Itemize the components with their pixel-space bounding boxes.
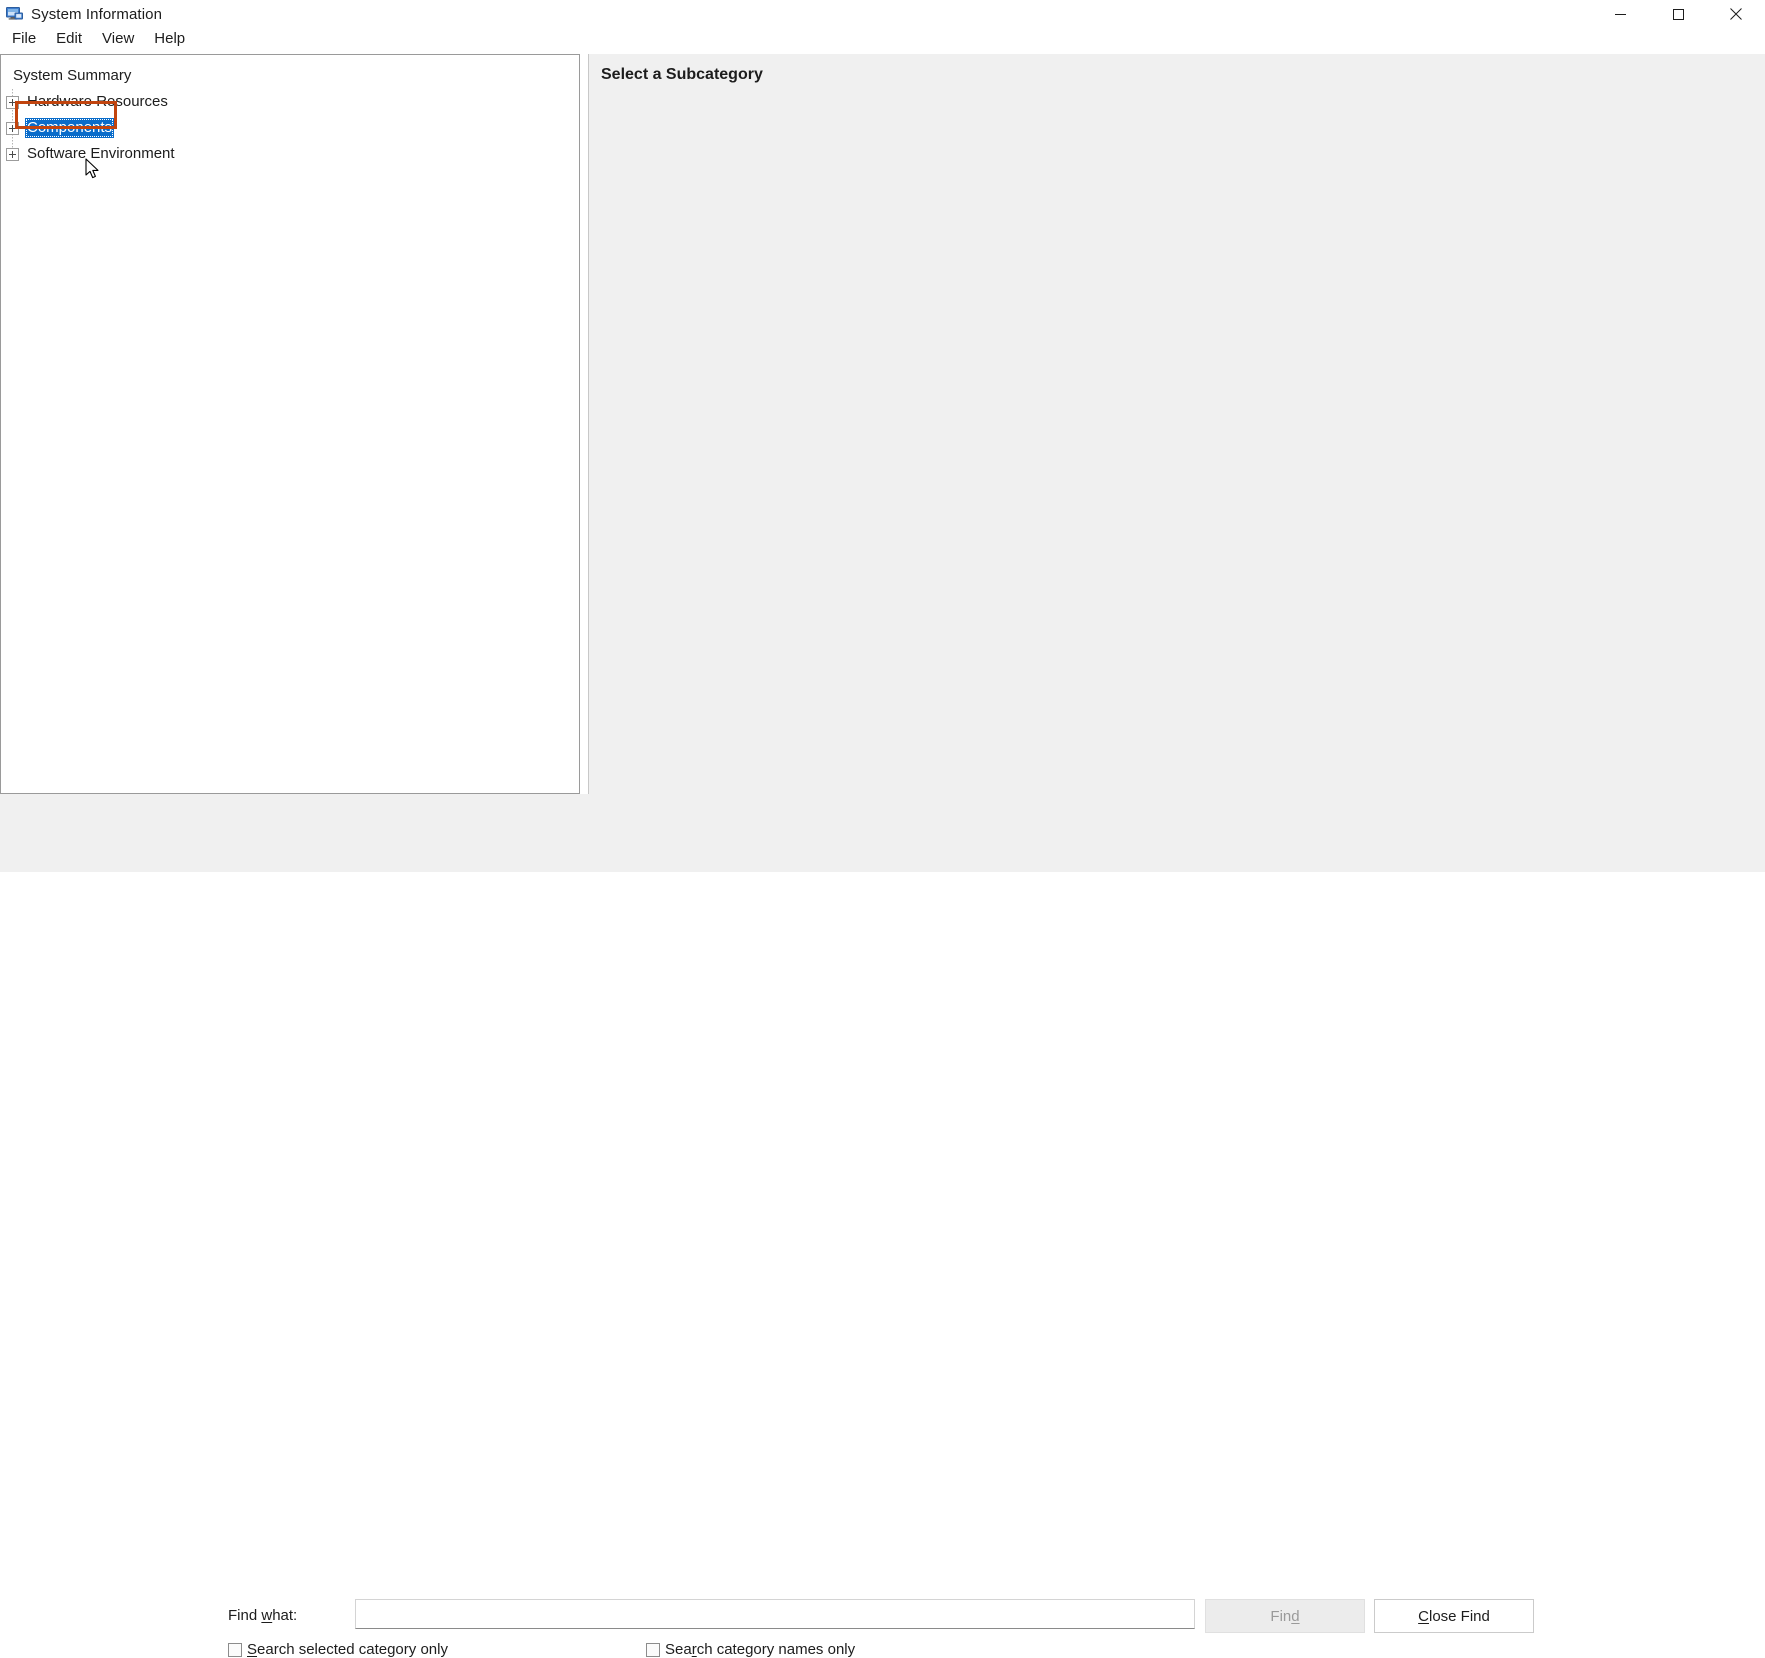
title-bar: System Information: [0, 0, 1765, 28]
find-what-label-accel: w: [261, 1607, 273, 1624]
detail-panel: Select a Subcategory: [588, 54, 1765, 794]
tree-item-system-summary[interactable]: System Summary: [1, 63, 579, 89]
tree-item-label: Components: [25, 118, 115, 138]
close-find-button-label-post: lose Find: [1428, 1607, 1490, 1625]
system-information-window: System Information File Edit View Help S…: [0, 0, 1765, 1658]
find-what-label-pre: Find: [228, 1607, 262, 1624]
chk-left-accel: S: [247, 1641, 258, 1658]
close-find-button-label-accel: C: [1418, 1607, 1429, 1625]
window-title: System Information: [31, 5, 163, 23]
checkbox-box-icon[interactable]: [228, 1642, 242, 1657]
tree-item-label: Software Environment: [27, 145, 175, 162]
tree-item-label: System Summary: [13, 67, 132, 84]
tree-item-label: Hardware Resources: [27, 93, 168, 110]
minimize-icon[interactable]: [1591, 0, 1649, 28]
detail-panel-header: Select a Subcategory: [601, 66, 763, 83]
find-what-label: Find what:: [228, 1607, 297, 1624]
chk-left-post: earch selected category only: [257, 1641, 448, 1658]
menu-bar: File Edit View Help: [0, 28, 1765, 50]
tree-item-hardware-resources[interactable]: Hardware Resources: [1, 89, 579, 115]
system-information-icon: [6, 6, 23, 22]
close-find-button[interactable]: Close Find: [1374, 1599, 1534, 1633]
menu-item-view[interactable]: View: [92, 29, 144, 49]
search-category-names-only-label: Search category names only: [665, 1641, 855, 1658]
search-selected-category-only-label: Search selected category only: [247, 1641, 448, 1658]
menu-item-help[interactable]: Help: [144, 29, 195, 49]
chk-right-post: ch category names only: [696, 1641, 856, 1658]
tree-item-software-environment[interactable]: Software Environment: [1, 141, 579, 167]
find-button-label-accel: d: [1291, 1607, 1300, 1625]
tree-item-components[interactable]: Components: [1, 115, 579, 141]
expand-plus-icon[interactable]: [6, 121, 19, 135]
maximize-icon[interactable]: [1649, 0, 1707, 28]
chk-right-pre: Sea: [665, 1641, 692, 1658]
menu-item-edit[interactable]: Edit: [46, 29, 92, 49]
find-bar: Find what: Fin d Close Find Search select…: [0, 794, 1765, 1658]
find-what-label-post: hat:: [272, 1607, 298, 1624]
category-tree-panel: System Summary Hardware Resources Compon…: [0, 54, 580, 794]
category-tree: System Summary Hardware Resources Compon…: [1, 55, 579, 167]
expand-plus-icon[interactable]: [6, 147, 19, 161]
find-button-label-pre: Fin: [1270, 1607, 1292, 1625]
close-icon[interactable]: [1707, 0, 1765, 28]
menu-item-file[interactable]: File: [2, 29, 46, 49]
expand-plus-icon[interactable]: [6, 95, 19, 109]
window-controls: [1591, 0, 1765, 28]
search-category-names-only-checkbox-row[interactable]: Search category names only: [646, 1641, 855, 1658]
search-selected-category-only-checkbox-row[interactable]: Search selected category only: [228, 1641, 448, 1658]
checkbox-box-icon[interactable]: [646, 1642, 660, 1657]
find-button[interactable]: Fin d: [1205, 1599, 1365, 1633]
find-input[interactable]: [355, 1599, 1195, 1629]
